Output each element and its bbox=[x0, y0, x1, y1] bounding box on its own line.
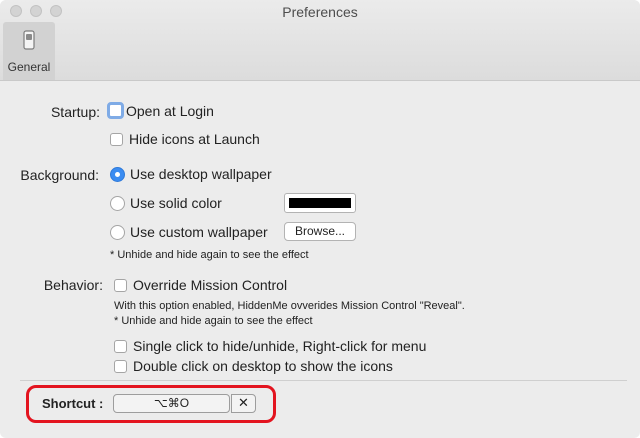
open-at-login-box[interactable] bbox=[107, 102, 124, 119]
double-click-checkbox[interactable]: Double click on desktop to show the icon… bbox=[114, 358, 393, 374]
hide-icons-at-launch-checkbox[interactable]: Hide icons at Launch bbox=[110, 131, 260, 147]
radio-use-custom-wallpaper[interactable]: Use custom wallpaper bbox=[110, 224, 268, 240]
color-swatch bbox=[289, 198, 351, 208]
hide-icons-at-launch-box[interactable] bbox=[110, 132, 123, 146]
window-title: Preferences bbox=[282, 4, 358, 20]
tab-general[interactable]: General bbox=[3, 22, 55, 80]
browse-button[interactable]: Browse... bbox=[284, 222, 356, 241]
single-click-box[interactable] bbox=[114, 339, 127, 353]
radio-button-selected[interactable] bbox=[110, 166, 125, 182]
startup-label: Startup: bbox=[50, 104, 100, 120]
solid-color-well[interactable] bbox=[284, 193, 356, 213]
divider bbox=[20, 380, 627, 381]
override-mission-control-checkbox[interactable]: Override Mission Control bbox=[114, 277, 287, 293]
override-mission-control-label: Override Mission Control bbox=[133, 277, 288, 293]
behavior-note-line1: With this option enabled, HiddenMe ovver… bbox=[114, 300, 465, 312]
hide-icons-at-launch-label: Hide icons at Launch bbox=[129, 131, 260, 147]
shortcut-highlight-annotation bbox=[26, 385, 276, 423]
toolbar: Preferences General bbox=[0, 0, 640, 81]
preferences-window: Preferences General Startup: Open at Log… bbox=[0, 0, 640, 438]
radio-button[interactable] bbox=[110, 224, 125, 240]
override-mission-control-box[interactable] bbox=[114, 278, 127, 292]
single-click-label: Single click to hide/unhide, Right-click… bbox=[133, 338, 427, 354]
radio-use-desktop-wallpaper[interactable]: Use desktop wallpaper bbox=[110, 166, 272, 182]
open-at-login-checkbox[interactable]: Open at Login bbox=[107, 102, 214, 119]
radio-use-desktop-wallpaper-label: Use desktop wallpaper bbox=[130, 166, 272, 182]
background-note: * Unhide and hide again to see the effec… bbox=[110, 249, 309, 261]
single-click-checkbox[interactable]: Single click to hide/unhide, Right-click… bbox=[114, 338, 426, 354]
background-label: Background: bbox=[20, 167, 99, 183]
radio-button[interactable] bbox=[110, 195, 125, 211]
radio-use-custom-wallpaper-label: Use custom wallpaper bbox=[130, 224, 268, 240]
open-at-login-label: Open at Login bbox=[126, 102, 214, 119]
switch-icon bbox=[19, 30, 39, 50]
double-click-label: Double click on desktop to show the icon… bbox=[133, 358, 393, 374]
radio-use-solid-color-label: Use solid color bbox=[130, 195, 222, 211]
double-click-box[interactable] bbox=[114, 359, 127, 373]
behavior-note-line2: * Unhide and hide again to see the effec… bbox=[114, 315, 313, 327]
radio-use-solid-color[interactable]: Use solid color bbox=[110, 195, 222, 211]
behavior-label: Behavior: bbox=[43, 277, 103, 293]
tab-general-label: General bbox=[7, 60, 51, 74]
